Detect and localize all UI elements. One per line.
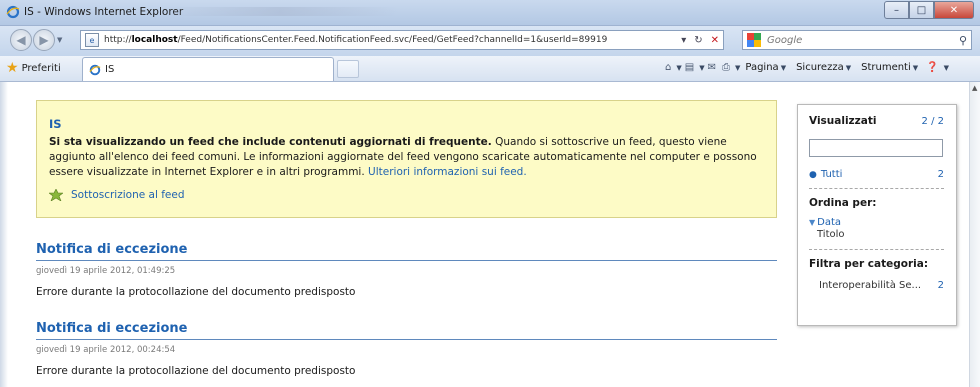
print-icon[interactable]: ⎙ xyxy=(722,62,730,73)
maximize-button[interactable]: □ xyxy=(909,1,934,19)
print-dropdown-icon[interactable]: ▼ xyxy=(735,64,740,72)
page-icon: e xyxy=(85,33,99,47)
search-input[interactable]: Google xyxy=(767,35,959,46)
feed-info-banner: IS Si sta visualizzando un feed che incl… xyxy=(36,100,777,218)
tab-label: IS xyxy=(105,64,115,75)
command-bar: ⌂ ▼ ▤ ▼ ✉ ⎙ ▼ Pagina ▼ Sicurezza ▼ Strumenti ▼… xyxy=(662,62,949,73)
back-button[interactable]: ◀ xyxy=(10,29,32,51)
filter-by-category-label: Filtra per categoria: xyxy=(809,258,929,270)
sort-by-date-link[interactable]: ▼ Data xyxy=(809,217,944,229)
search-icon[interactable]: ⚲ xyxy=(959,34,967,47)
feed-item-date: giovedì 19 aprile 2012, 00:24:54 xyxy=(36,345,176,355)
address-dropdown-icon[interactable]: ▾ xyxy=(681,35,686,46)
favorites-bar: ★ Preferiti IS ⌂ ▼ ▤ ▼ ✉ ⎙ ▼ Pagina ▼ Sicure… xyxy=(0,56,980,82)
favorites-button[interactable]: ★ Preferiti xyxy=(6,61,61,75)
strumenti-menu[interactable]: Strumenti ▼ xyxy=(861,62,918,73)
feeds-dropdown-icon[interactable]: ▼ xyxy=(699,64,704,72)
pagina-menu[interactable]: Pagina ▼ xyxy=(745,62,786,73)
feed-description: Si sta visualizzando un feed che include… xyxy=(49,136,757,178)
sicurezza-menu[interactable]: Sicurezza ▼ xyxy=(796,62,851,73)
address-toolbar: ◀ ▶ ▼ e http://localhost/Feed/Notificati… xyxy=(0,26,980,56)
feed-item: Notifica di eccezione giovedì 19 aprile … xyxy=(36,321,777,377)
scroll-up-icon[interactable]: ▲ xyxy=(972,84,977,92)
feed-item: Notifica di eccezione giovedì 19 aprile … xyxy=(36,242,777,298)
google-icon xyxy=(747,33,761,47)
forward-button[interactable]: ▶ xyxy=(33,29,55,51)
filter-input[interactable] xyxy=(809,139,943,157)
search-bar[interactable]: Google ⚲ xyxy=(742,30,972,50)
separator xyxy=(809,249,944,250)
forward-arrow-icon: ▶ xyxy=(39,33,49,47)
viewed-label: Visualizzati xyxy=(809,115,877,127)
mail-icon[interactable]: ✉ xyxy=(708,62,716,73)
stop-icon[interactable]: ✕ xyxy=(711,35,719,46)
feed-item-body: Errore durante la protocollazione del do… xyxy=(36,365,356,377)
vertical-scrollbar[interactable]: ▲ xyxy=(969,82,980,387)
home-dropdown-icon[interactable]: ▼ xyxy=(676,64,681,72)
viewed-count: 2 / 2 xyxy=(921,115,944,127)
all-count: 2 xyxy=(937,169,944,180)
more-info-link[interactable]: Ulteriori informazioni sui feed. xyxy=(368,166,527,178)
close-button[interactable]: ✕ xyxy=(934,1,974,19)
help-dropdown-icon[interactable]: ▼ xyxy=(944,64,949,72)
sort-descending-icon: ▼ xyxy=(809,218,816,227)
feed-item-title[interactable]: Notifica di eccezione xyxy=(36,242,777,261)
sort-by-label: Ordina per: xyxy=(809,197,877,209)
minimize-button[interactable]: – xyxy=(884,1,909,19)
home-icon[interactable]: ⌂ xyxy=(665,62,671,73)
subscribe-link[interactable]: Sottoscrizione al feed xyxy=(49,189,185,201)
title-bar: IS - Windows Internet Explorer – □ ✕ xyxy=(0,0,980,26)
back-arrow-icon: ◀ xyxy=(16,33,26,47)
sort-by-title-link[interactable]: Titolo xyxy=(809,229,944,241)
category-count: 2 xyxy=(937,280,944,291)
feed-title: IS xyxy=(49,117,62,131)
new-tab-button[interactable] xyxy=(337,60,359,78)
feed-item-body: Errore durante la protocollazione del do… xyxy=(36,286,356,298)
feed-item-title[interactable]: Notifica di eccezione xyxy=(36,321,777,340)
feed-side-panel: Visualizzati 2 / 2 ● Tutti 2 Ordina per: … xyxy=(797,104,957,326)
feeds-icon[interactable]: ▤ xyxy=(685,62,694,73)
category-filter-link[interactable]: Interoperabilità Se... xyxy=(819,280,921,291)
help-icon[interactable]: ❓ xyxy=(926,62,938,73)
bullet-icon: ● xyxy=(809,170,817,180)
subscribe-star-icon xyxy=(49,189,63,201)
star-icon: ★ xyxy=(6,60,19,76)
feed-item-date: giovedì 19 aprile 2012, 01:49:25 xyxy=(36,266,176,276)
tab-is[interactable]: IS xyxy=(82,57,334,81)
filter-all-link[interactable]: ● Tutti xyxy=(809,169,842,180)
window-controls: – □ ✕ xyxy=(884,1,974,20)
internet-explorer-icon xyxy=(89,64,101,75)
blurred-title-region xyxy=(160,7,400,16)
address-bar[interactable]: e http://localhost/Feed/NotificationsCen… xyxy=(80,30,724,50)
url-text[interactable]: http://localhost/Feed/NotificationsCente… xyxy=(104,35,677,45)
favorites-label: Preferiti xyxy=(21,62,61,74)
recent-pages-dropdown-icon[interactable]: ▼ xyxy=(57,36,62,44)
refresh-icon[interactable]: ↻ xyxy=(694,35,702,46)
separator xyxy=(809,188,944,189)
internet-explorer-icon xyxy=(6,5,20,19)
page-left-border xyxy=(0,82,8,387)
